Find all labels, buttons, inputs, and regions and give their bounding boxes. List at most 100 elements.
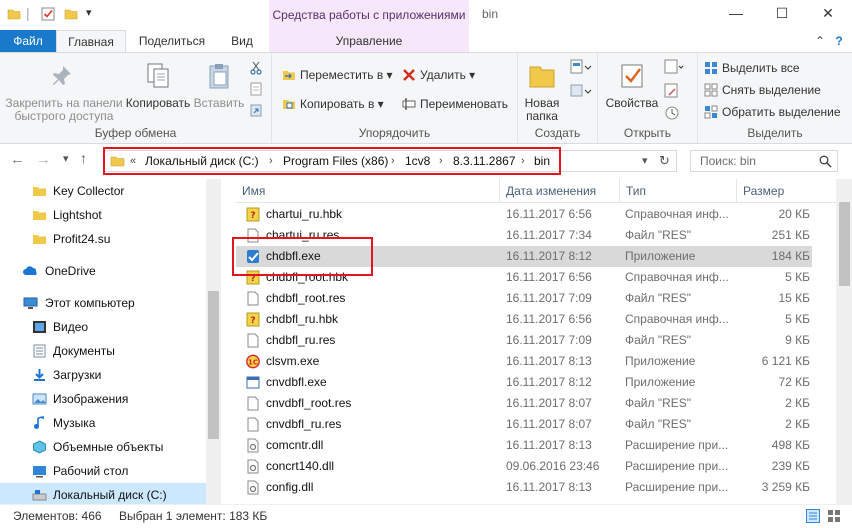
search-input[interactable]: Поиск: bin xyxy=(700,151,756,171)
list-scrollbar-thumb[interactable] xyxy=(839,202,850,286)
nav-item-videos[interactable]: Видео xyxy=(0,315,206,339)
table-row[interactable]: cnvdbfl_ru.res 16.11.2017 8:07 Файл "RES… xyxy=(236,414,812,435)
column-header-date[interactable]: Дата изменения xyxy=(500,179,620,203)
nav-item-label: OneDrive xyxy=(45,264,96,278)
history-icon[interactable] xyxy=(664,105,680,121)
up-arrow-icon[interactable]: ↑ xyxy=(80,150,87,166)
minimize-button[interactable]: — xyxy=(713,0,759,28)
new-folder-label-line2: папка xyxy=(526,109,558,123)
group-label-new: Создать xyxy=(534,126,581,140)
nav-item-local-disk-c[interactable]: Локальный диск (C:) xyxy=(0,483,206,504)
refresh-icon[interactable]: ↻ xyxy=(659,151,670,171)
table-row[interactable]: comcntr.dll 16.11.2017 8:13 Расширение п… xyxy=(236,435,812,456)
nav-scrollbar-thumb[interactable] xyxy=(208,291,219,439)
folder-icon[interactable] xyxy=(7,7,21,21)
nav-item-key-collector[interactable]: Key Collector xyxy=(0,179,206,203)
details-view-icon[interactable] xyxy=(806,509,820,523)
table-row[interactable]: config.dll 16.11.2017 8:13 Расширение пр… xyxy=(236,477,812,498)
nav-item-label: Key Collector xyxy=(53,184,125,198)
file-type: Справочная инф... xyxy=(625,270,729,284)
recent-locations-chevron-icon[interactable]: ▾ xyxy=(63,152,69,165)
nav-item-label: Рабочий стол xyxy=(53,464,129,478)
ribbon-tabs: Файл Главная Поделиться Вид Управление ⌃… xyxy=(0,30,852,52)
nav-item-downloads[interactable]: Загрузки xyxy=(0,363,206,387)
delete-button[interactable]: Удалить ▾ xyxy=(402,65,475,85)
select-all-button[interactable]: Выделить все xyxy=(704,58,800,78)
address-dropdown-icon[interactable]: ▾ xyxy=(642,151,648,171)
search-box[interactable]: Поиск: bin xyxy=(690,150,838,172)
nav-item-this-pc[interactable]: Этот компьютер xyxy=(0,291,206,315)
table-row[interactable]: cnvdbfl.exe 16.11.2017 8:12 Приложение 7… xyxy=(236,372,812,393)
table-row[interactable]: chdbfl_ru.res 16.11.2017 7:09 Файл "RES"… xyxy=(236,330,812,351)
move-to-icon xyxy=(283,71,295,80)
nav-item-music[interactable]: Музыка xyxy=(0,411,206,435)
rename-button[interactable]: Переименовать xyxy=(402,94,508,114)
paste-button[interactable]: Вставить xyxy=(193,61,245,110)
back-arrow-icon[interactable]: ← xyxy=(10,151,25,168)
properties-check-icon[interactable] xyxy=(41,7,55,21)
delete-label: Удалить ▾ xyxy=(420,68,476,82)
tab-manage[interactable]: Управление xyxy=(269,30,469,52)
select-none-button[interactable]: Снять выделение xyxy=(704,80,821,100)
tab-home[interactable]: Главная xyxy=(56,30,126,52)
cut-icon[interactable] xyxy=(249,61,263,75)
group-new: Новая папка Создать xyxy=(518,53,598,143)
nav-item-desktop[interactable]: Рабочий стол xyxy=(0,459,206,483)
tab-file[interactable]: Файл xyxy=(0,30,56,52)
nav-item-label: Этот компьютер xyxy=(45,296,135,310)
file-name: chdbfl_ru.hbk xyxy=(266,312,339,326)
search-icon[interactable] xyxy=(819,155,832,168)
file-size: 184 КБ xyxy=(771,249,810,263)
svg-text:?: ? xyxy=(250,316,255,326)
copy-path-icon[interactable] xyxy=(249,82,263,96)
paste-shortcut-icon[interactable] xyxy=(249,103,263,117)
edit-icon[interactable] xyxy=(664,83,680,99)
column-header-size[interactable]: Размер xyxy=(737,179,827,203)
table-row[interactable]: chdbfl_root.res 16.11.2017 7:09 Файл "RE… xyxy=(236,288,812,309)
window-title: bin xyxy=(482,7,499,21)
nav-item-profit24[interactable]: Profit24.su xyxy=(0,227,206,251)
nav-item-3d-objects[interactable]: Объемные объекты xyxy=(0,435,206,459)
move-to-button[interactable]: Переместить в ▾ xyxy=(282,65,393,85)
paste-label: Вставить xyxy=(193,96,245,110)
dll-icon xyxy=(247,480,259,495)
table-row[interactable]: concrt140.dll 09.06.2016 23:46 Расширени… xyxy=(236,456,812,477)
properties-label: Свойства xyxy=(605,96,659,110)
nav-item-label: Изображения xyxy=(53,392,129,406)
table-row[interactable]: ? chdbfl_ru.hbk 16.11.2017 6:56 Справочн… xyxy=(236,309,812,330)
file-type: Расширение при... xyxy=(625,438,729,452)
properties-button[interactable]: Свойства xyxy=(604,61,660,110)
table-row[interactable]: ? chartui_ru.hbk 16.11.2017 6:56 Справоч… xyxy=(236,204,812,225)
large-icons-view-icon[interactable] xyxy=(827,509,841,523)
copy-button[interactable]: Копировать xyxy=(125,61,191,110)
copy-to-button[interactable]: Копировать в ▾ xyxy=(282,94,384,114)
new-folder-button[interactable]: Новая папка xyxy=(520,61,564,123)
new-folder-icon[interactable] xyxy=(64,7,78,21)
forward-arrow-icon[interactable]: → xyxy=(36,151,51,168)
nav-item-lightshot[interactable]: Lightshot xyxy=(0,203,206,227)
maximize-button[interactable]: ☐ xyxy=(759,0,805,28)
invert-selection-button[interactable]: Обратить выделение xyxy=(704,102,841,122)
status-bar: Элементов: 466 Выбран 1 элемент: 183 КБ xyxy=(0,504,852,528)
table-row[interactable]: 1С clsvm.exe 16.11.2017 8:13 Приложение … xyxy=(236,351,812,372)
easy-access-icon[interactable] xyxy=(570,83,592,99)
column-header-type[interactable]: Тип xyxy=(620,179,737,203)
nav-item-onedrive[interactable]: OneDrive xyxy=(0,259,206,283)
nav-item-pictures[interactable]: Изображения xyxy=(0,387,206,411)
column-header-name[interactable]: Имя xyxy=(236,179,500,203)
file-size: 72 КБ xyxy=(778,375,810,389)
new-item-icon[interactable] xyxy=(570,59,592,75)
nav-item-documents[interactable]: Документы xyxy=(0,339,206,363)
open-icon[interactable] xyxy=(664,59,684,75)
file-type: Справочная инф... xyxy=(625,207,729,221)
file-date: 16.11.2017 8:13 xyxy=(506,480,592,494)
help-icon[interactable]: ? xyxy=(830,30,848,52)
svg-text:1С: 1С xyxy=(248,359,258,367)
close-button[interactable]: ✕ xyxy=(805,0,851,28)
table-row[interactable]: cnvdbfl_root.res 16.11.2017 8:07 Файл "R… xyxy=(236,393,812,414)
tab-view[interactable]: Вид xyxy=(218,30,266,52)
collapse-ribbon-icon[interactable]: ⌃ xyxy=(812,30,828,52)
tab-share[interactable]: Поделиться xyxy=(134,30,210,52)
pin-quick-access-button[interactable]: Закрепить на панели быстрого доступа xyxy=(4,61,124,123)
qa-dropdown-icon[interactable]: ▾ xyxy=(86,6,92,19)
